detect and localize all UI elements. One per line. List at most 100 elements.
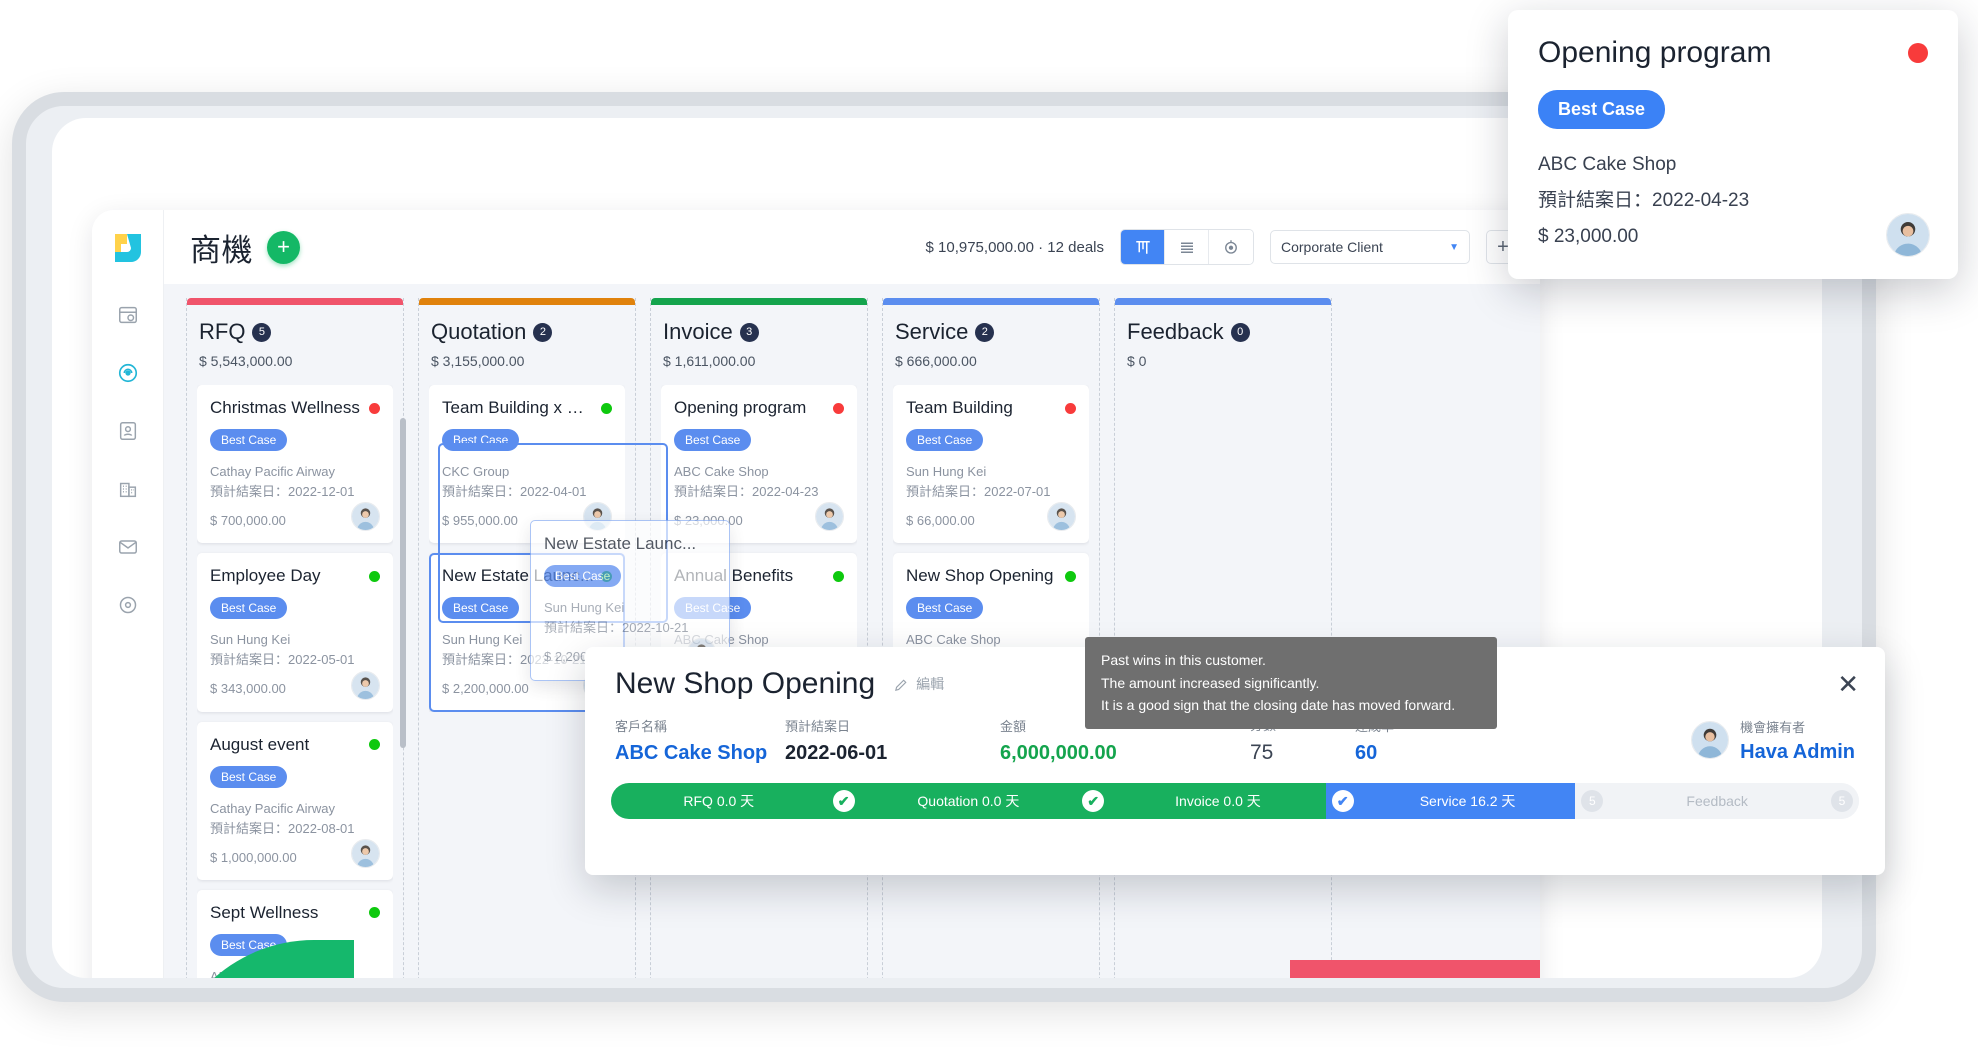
- sidebar-item-opportunity[interactable]: [111, 356, 145, 390]
- detail-field-value: 6,000,000.00: [1000, 741, 1117, 764]
- toolbar-right: $ 10,975,000.00 · 12 deals Corporate Cli…: [926, 229, 1520, 265]
- card-amount: $ 955,000.00: [442, 513, 518, 529]
- column-accent-bar: [419, 298, 635, 305]
- status-dot-green: [369, 739, 380, 751]
- stage-segment[interactable]: Invoice 0.0 天: [1110, 783, 1326, 819]
- column-amount: $ 1,611,000.00: [663, 353, 756, 369]
- deal-card[interactable]: Employee Day Best Case Sun Hung Kei 預計結案日：2…: [197, 553, 393, 712]
- stage-label: Feedback: [1686, 793, 1748, 809]
- dragged-card-chip: Best Case: [544, 565, 622, 587]
- card-chip: Best Case: [906, 597, 984, 620]
- check-icon: ✔: [1082, 790, 1105, 812]
- card-amount: $ 66,000.00: [906, 513, 975, 529]
- detail-field: 客戶名稱 ABC Cake Shop: [615, 716, 785, 765]
- card-title: Team Building: [906, 398, 1013, 417]
- deal-summary: $ 10,975,000.00 · 12 deals: [925, 238, 1104, 256]
- card-date: 預計結案日：2022-04-23: [674, 484, 819, 500]
- client-filter-value: Corporate Client: [1281, 239, 1383, 255]
- card-title: Team Building x M...: [442, 398, 595, 417]
- status-dot-green: [369, 570, 380, 582]
- card-amount: $ 343,000.00: [210, 681, 286, 697]
- lose-drop-zone[interactable]: LOSE: [1290, 960, 1540, 978]
- card-customer: Sun Hung Kei: [906, 464, 987, 479]
- sidebar-item-dashboard[interactable]: [111, 298, 145, 332]
- column-title-row: RFQ 5: [199, 319, 391, 345]
- card-customer: Sun Hung Kei: [210, 632, 291, 648]
- edit-label: 編輯: [916, 676, 945, 692]
- card-amount: $ 1,000,000.00: [210, 849, 297, 865]
- card-title-row: August event: [210, 735, 380, 755]
- card-chip: Best Case: [210, 429, 288, 451]
- card-customer: Cathay Pacific Airway: [210, 800, 335, 816]
- floating-card-avatar: [1886, 213, 1930, 258]
- sidebar-item-company[interactable]: [111, 472, 145, 506]
- stage-segment[interactable]: Feedback: [1609, 783, 1825, 819]
- card-date: 預計結案日：2022-12-01: [210, 484, 355, 500]
- column-amount: $ 5,543,000.00: [199, 353, 293, 369]
- detail-field-value[interactable]: ABC Cake Shop: [615, 742, 785, 765]
- column-accent-bar: [187, 298, 403, 305]
- column-card-list: Christmas Wellness Best Case Cathay Pacifi…: [197, 385, 393, 978]
- target-view-button[interactable]: [1209, 230, 1253, 264]
- column-amount: $ 666,000.00: [895, 353, 977, 369]
- edit-deal-button[interactable]: 編輯: [893, 674, 944, 694]
- stage-segment[interactable]: Service 16.2 天: [1359, 783, 1576, 819]
- close-icon[interactable]: ✕: [1837, 671, 1859, 697]
- card-date: 預計結案日：2022-05-01: [210, 652, 355, 668]
- stage-label: Service 16.2 天: [1419, 793, 1516, 809]
- floating-deal-card[interactable]: Opening program Best Case ABC Cake Shop …: [1508, 10, 1958, 280]
- card-title-row: Christmas Wellness: [210, 398, 380, 418]
- card-meta: Cathay Pacific Airway 預計結案日：2022-08-01 $ 1…: [210, 799, 380, 868]
- floating-card-customer: ABC Cake Shop: [1538, 154, 1677, 175]
- status-dot-green: [369, 907, 380, 919]
- sidebar-item-mail[interactable]: [111, 530, 145, 564]
- card-footer: $ 343,000.00: [210, 670, 380, 700]
- tooltip-line-1: Past wins in this customer.: [1101, 652, 1266, 668]
- top-toolbar: 商機 + $ 10,975,000.00 · 12 deals Corporat…: [164, 210, 1540, 284]
- check-icon: ✔: [1331, 790, 1354, 812]
- column-title: Invoice: [663, 319, 733, 344]
- card-amount: $ 2,200,000.00: [442, 681, 529, 697]
- detail-field-value: 2022-06-01: [785, 741, 888, 764]
- dragged-card-date: 預計結案日：2022-10-21: [544, 620, 689, 636]
- status-dot-red: [1908, 43, 1928, 63]
- card-owner-avatar: [351, 838, 380, 868]
- card-meta: Sun Hung Kei 預計結案日：2022-07-01 $ 66,000.00: [906, 462, 1076, 532]
- add-opportunity-button[interactable]: +: [267, 230, 300, 264]
- stage-end-badge: 5: [1830, 790, 1853, 812]
- floating-card-header: Opening program: [1538, 36, 1928, 70]
- stage-checkpoint: ✔: [1076, 783, 1111, 819]
- status-dot-red: [369, 402, 380, 414]
- deal-card[interactable]: Team Building Best Case Sun Hung Kei 預計結案日：…: [893, 385, 1089, 544]
- owner-name[interactable]: Hava Admin: [1740, 741, 1855, 764]
- client-filter-select[interactable]: Corporate Client ▼: [1270, 230, 1470, 264]
- detail-title: New Shop Opening: [615, 667, 876, 700]
- deal-card[interactable]: Christmas Wellness Best Case Cathay Pacifi…: [197, 385, 393, 544]
- detail-field-value: 60: [1355, 741, 1378, 764]
- card-title-row: Team Building x M...: [442, 398, 612, 418]
- card-title-row: Team Building: [906, 398, 1076, 418]
- column-accent-bar: [883, 298, 1099, 305]
- deal-card[interactable]: August event Best Case Cathay Pacific Airw…: [197, 721, 393, 880]
- card-title: Christmas Wellness: [210, 398, 360, 417]
- sidebar-item-contacts[interactable]: [111, 414, 145, 448]
- floating-card-amount: $ 23,000.00: [1538, 226, 1639, 248]
- card-chip: Best Case: [906, 429, 984, 451]
- status-dot-green: [833, 570, 844, 582]
- card-owner-avatar: [815, 502, 844, 532]
- stage-segment[interactable]: Quotation 0.0 天: [860, 783, 1077, 819]
- column-scrollbar[interactable]: [400, 418, 406, 748]
- dragged-card-title: New Estate Launc...: [544, 534, 697, 553]
- column-title: Quotation: [431, 319, 527, 344]
- stage-segment[interactable]: RFQ 0.0 天: [611, 783, 827, 819]
- list-view-button[interactable]: [1165, 230, 1209, 264]
- column-header: Service 2 $ 666,000.00: [893, 305, 1089, 375]
- column-header: Quotation 2 $ 3,155,000.00: [429, 305, 625, 375]
- pencil-icon: [895, 678, 907, 691]
- kanban-column-rfq: RFQ 5 $ 5,543,000.00 Christmas Wellness Best…: [186, 298, 406, 978]
- floating-card-chip: Best Case: [1538, 90, 1666, 129]
- deal-owner: 機會擁有者 Hava Admin: [1691, 717, 1855, 764]
- kanban-view-button[interactable]: [1121, 230, 1165, 264]
- card-owner-avatar: [351, 502, 380, 532]
- sidebar-item-settings[interactable]: [111, 588, 145, 622]
